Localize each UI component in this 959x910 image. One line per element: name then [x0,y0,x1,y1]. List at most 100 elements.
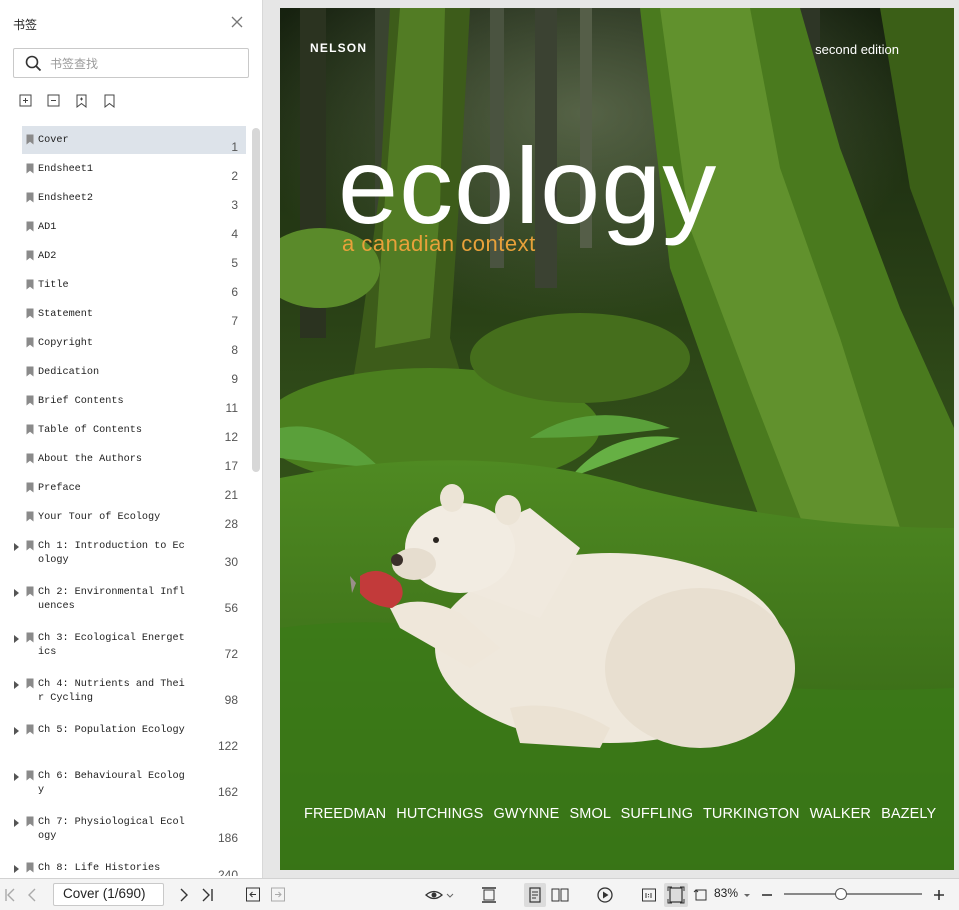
book-title: ecology [338,125,718,246]
bookmark-item[interactable]: Cover 1 [22,126,246,154]
bookmark-flag-icon [26,424,34,435]
back-icon[interactable] [245,886,261,904]
two-page-icon[interactable] [550,886,570,904]
last-page-icon[interactable] [201,886,215,904]
actual-size-icon[interactable] [641,886,657,904]
bookmark-flag-icon [26,678,34,689]
bookmark-label: Cover [38,135,69,146]
bookmark-item[interactable]: Ch 5: Population Ecology 122 [14,716,246,762]
bookmark-label: Statement [38,309,94,320]
bookmark-item[interactable]: Preface 21 [22,474,246,503]
bookmark-label: Your Tour of Ecology [38,512,161,523]
bookmark-item[interactable]: Ch 2: Environmental Influences 56 [14,578,246,624]
bookmark-item[interactable]: Ch 6: Behavioural Ecology 162 [14,762,246,808]
bookmark-page-number: 122 [217,739,238,753]
bookmark-flag-icon [26,163,34,174]
bookmark-flag-icon [26,134,34,145]
zoom-in-icon[interactable] [932,886,946,904]
bookmark-item[interactable]: About the Authors 17 [22,445,246,474]
expand-arrow-icon[interactable] [13,542,21,552]
bookmark-search-box[interactable] [13,48,249,78]
bookmark-item[interactable]: Copyright 8 [22,329,246,358]
bookmark-page-number: 240 [217,868,238,876]
search-input[interactable] [50,55,240,73]
bookmark-page-number: 7 [231,314,238,328]
bookmark-page-number: 72 [224,647,238,661]
bookmark-label: Ch 5: Population Ecology [38,725,185,736]
zoom-slider-handle[interactable] [834,888,847,900]
bookmark-page-number: 12 [224,430,238,444]
fit-page-icon[interactable] [664,883,688,907]
bookmark-item[interactable]: Ch 1: Introduction to Ecology 30 [14,532,246,578]
single-page-icon[interactable] [524,883,546,907]
bookmark-page-number: 1 [231,140,238,154]
bookmark-flag-icon [26,192,34,203]
expand-arrow-icon[interactable] [13,726,21,736]
expand-arrow-icon[interactable] [13,634,21,644]
read-mode-icon[interactable] [424,886,454,904]
bookmark-label: Title [38,280,69,291]
bookmark-item[interactable]: Ch 7: Physiological Ecology 186 [14,808,246,854]
bookmark-item[interactable]: AD2 5 [22,242,246,271]
bookmark-label: Ch 1: Introduction to Ecology [38,541,185,566]
panel-title: 书签 [13,18,38,32]
bookmark-label: Preface [38,483,81,494]
expand-arrow-icon[interactable] [13,818,21,828]
expand-arrow-icon[interactable] [13,772,21,782]
zoom-slider[interactable] [784,893,922,895]
bookmark-flag-icon [26,540,34,551]
expand-arrow-icon[interactable] [13,588,21,598]
page-number-input[interactable]: Cover (1/690) [53,883,164,906]
bookmark-label: AD1 [38,222,57,233]
expand-arrow-icon[interactable] [13,864,21,874]
bookmark-page-number: 30 [224,555,238,569]
edition-label: second edition [815,42,899,57]
add-bookmark-icon[interactable] [74,93,90,109]
bookmark-item[interactable]: Endsheet1 2 [22,155,246,184]
bookmark-label: Copyright [38,338,94,349]
forward-icon[interactable] [270,886,286,904]
bookmark-label: Ch 4: Nutrients and Their Cycling [38,679,185,704]
expand-all-icon[interactable] [18,93,34,109]
bookmark-label: Brief Contents [38,396,124,407]
bookmark-label: Table of Contents [38,425,142,436]
bookmark-item[interactable]: Brief Contents 11 [22,387,246,416]
zoom-dropdown-icon[interactable] [743,886,751,904]
bookmark-flag-icon [26,221,34,232]
bookmark-item[interactable]: Dedication 9 [22,358,246,387]
bookmark-flag-icon [26,395,34,406]
book-subtitle: a canadian context [342,231,536,256]
close-icon[interactable] [230,15,244,29]
bookmark-flag-icon [26,482,34,493]
collapse-all-icon[interactable] [46,93,62,109]
bookmark-flag-icon [26,337,34,348]
bookmark-flag-icon [26,308,34,319]
zoom-level[interactable]: 83% [714,886,738,900]
bookmark-item[interactable]: Table of Contents 12 [22,416,246,445]
first-page-icon[interactable] [4,886,16,904]
play-icon[interactable] [596,886,614,904]
sidebar-scrollbar[interactable] [252,128,260,472]
zoom-out-icon[interactable] [760,886,774,904]
bookmark-item[interactable]: Statement 7 [22,300,246,329]
bookmark-list: Cover 1 Endsheet1 2 Endsheet2 3 AD1 4 AD2 5 Title 6… [0,124,250,876]
bookmark-flag-icon [26,511,34,522]
bookmark-flag-icon [26,366,34,377]
next-page-icon[interactable] [178,886,190,904]
bookmark-item[interactable]: Ch 4: Nutrients and Their Cycling 98 [14,670,246,716]
rotate-icon[interactable] [692,886,710,904]
previous-page-icon[interactable] [26,886,38,904]
bookmark-page-number: 162 [217,785,238,799]
bookmark-item[interactable]: Ch 3: Ecological Energetics 72 [14,624,246,670]
bookmark-item[interactable]: Endsheet2 3 [22,184,246,213]
bookmark-item[interactable]: AD1 4 [22,213,246,242]
bookmark-item[interactable]: Title 6 [22,271,246,300]
bookmark-page-number: 28 [224,517,238,531]
bookmark-item[interactable]: Ch 8: Life Histories 240 [14,854,246,876]
bookmark-item[interactable]: Your Tour of Ecology 28 [22,503,246,532]
expand-arrow-icon[interactable] [13,680,21,690]
bookmark-label: Endsheet2 [38,193,94,204]
fit-width-icon[interactable] [480,886,498,904]
bookmark-page-number: 17 [224,459,238,473]
bookmark-icon[interactable] [102,93,118,109]
